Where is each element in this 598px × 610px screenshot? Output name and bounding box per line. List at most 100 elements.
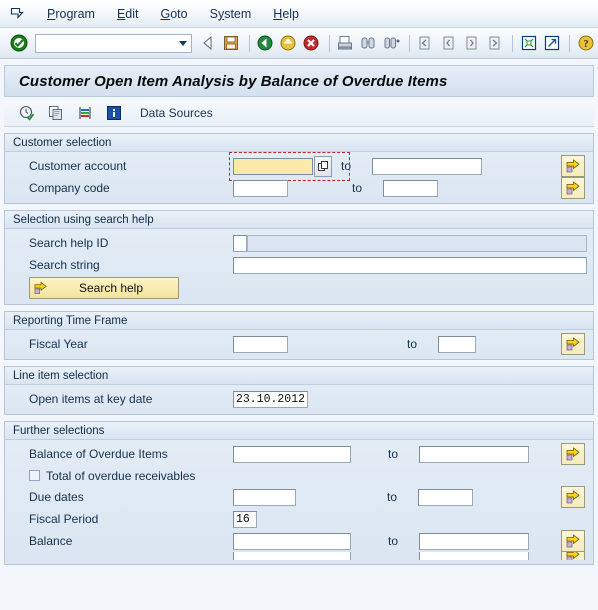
menu-edit[interactable]: Edit (106, 5, 150, 23)
label-balance-of-overdue-items: Balance of Overdue Items (29, 447, 168, 461)
multiple-selection-company-code[interactable] (561, 177, 585, 199)
new-session-icon[interactable] (518, 32, 539, 54)
company-code-to-input[interactable] (383, 179, 438, 197)
fiscal-period-input[interactable] (233, 510, 257, 528)
copy-variant-icon[interactable] (45, 102, 67, 124)
cancel-red-icon[interactable] (301, 32, 322, 54)
group-body: Open items at key date (5, 385, 593, 414)
find-next-icon[interactable] (381, 32, 402, 54)
command-field[interactable] (35, 33, 192, 53)
group-body: Balance of Overdue Items to Total of ove… (5, 440, 593, 564)
group-header: Reporting Time Frame (5, 312, 593, 330)
row-fiscal-year: Fiscal Year to (5, 333, 593, 355)
to-label: to (388, 534, 399, 548)
menu-goto[interactable]: Goto (149, 5, 198, 23)
label-open-items-at-key-date: Open items at key date (29, 392, 153, 406)
back-triangle-icon[interactable] (198, 32, 219, 54)
page-title: Customer Open Item Analysis by Balance o… (19, 72, 448, 90)
group-header: Customer selection (5, 134, 593, 152)
help-icon[interactable]: ? (575, 32, 596, 54)
multiple-selection-balance-overdue[interactable] (561, 443, 585, 465)
next-page-icon[interactable] (461, 32, 482, 54)
row-search-help-id: Search help ID (5, 232, 593, 254)
total-overdue-receivables-label: Total of overdue receivables (46, 468, 196, 483)
exit-yellow-icon[interactable] (278, 32, 299, 54)
clipped-to-input[interactable] (419, 552, 529, 560)
menu-help-label: elp (282, 6, 300, 21)
yellow-arrow-icon (34, 281, 47, 294)
multiple-selection-customer-account[interactable] (561, 155, 585, 177)
save-icon[interactable] (221, 32, 242, 54)
to-label: to (352, 181, 363, 195)
toolbar-separator (569, 34, 571, 52)
row-clipped-next (5, 552, 593, 560)
due-dates-to-input[interactable] (418, 488, 473, 506)
group-body: Customer account to Company code to (5, 151, 593, 203)
company-code-from-input[interactable] (233, 179, 288, 197)
to-label: to (407, 337, 418, 351)
application-toolbar: Data Sources (4, 100, 594, 127)
search-help-id-input[interactable] (233, 234, 247, 252)
find-icon[interactable] (358, 32, 379, 54)
to-label: to (341, 159, 352, 173)
group-line-item-selection: Line item selection Open items at key da… (4, 366, 594, 415)
search-string-input[interactable] (233, 256, 587, 274)
clipped-from-input[interactable] (233, 552, 351, 560)
label-search-help-id: Search help ID (29, 236, 109, 250)
group-customer-selection: Customer selection Customer account to C… (4, 133, 594, 204)
execute-clock-icon[interactable] (16, 102, 38, 124)
layout-bars-icon[interactable] (74, 102, 96, 124)
fiscal-year-from-input[interactable] (233, 335, 288, 353)
balance-to-input[interactable] (419, 532, 529, 550)
balance-from-input[interactable] (233, 532, 351, 550)
search-help-desc-wrap (247, 234, 593, 252)
last-page-icon[interactable] (484, 32, 505, 54)
multiple-selection-clipped[interactable] (561, 552, 585, 560)
search-help-button[interactable]: Search help (29, 277, 179, 299)
open-items-key-date-input[interactable] (233, 390, 308, 408)
search-help-button-label: Search help (78, 281, 144, 295)
print-icon[interactable] (335, 32, 356, 54)
create-shortcut-icon[interactable] (541, 32, 562, 54)
to-label: to (387, 490, 398, 504)
due-dates-from-input[interactable] (233, 488, 296, 506)
multiple-selection-due-dates[interactable] (561, 486, 585, 508)
search-help-description-field (247, 234, 587, 252)
first-page-icon[interactable] (415, 32, 436, 54)
chevron-down-icon[interactable] (178, 40, 187, 46)
toolbar-separator (409, 34, 410, 52)
total-overdue-receivables-checkbox[interactable] (29, 470, 40, 481)
info-blue-icon[interactable] (103, 102, 125, 124)
balance-overdue-to-input[interactable] (419, 445, 529, 463)
row-company-code: Company code to (5, 177, 593, 199)
multiple-selection-fiscal-year[interactable] (561, 333, 585, 355)
menu-program[interactable]: Program (36, 5, 106, 23)
row-open-items-key-date: Open items at key date (5, 388, 593, 410)
row-balance-of-overdue-items: Balance of Overdue Items to (5, 443, 593, 465)
customer-account-to-input[interactable] (372, 157, 482, 175)
command-input[interactable] (36, 35, 182, 51)
data-sources-label[interactable]: Data Sources (140, 106, 213, 120)
search-help-f4-icon[interactable] (314, 155, 332, 177)
menu-system[interactable]: System (199, 5, 263, 23)
menu-program-label: rogram (55, 6, 95, 21)
screen-title-bar: Customer Open Item Analysis by Balance o… (4, 65, 594, 97)
menu-system-label: stem (224, 6, 252, 21)
previous-page-icon[interactable] (438, 32, 459, 54)
fiscal-year-to-input[interactable] (438, 335, 476, 353)
multiple-selection-balance[interactable] (561, 530, 585, 552)
group-body: Fiscal Year to (5, 330, 593, 359)
back-green-icon[interactable] (255, 32, 276, 54)
row-customer-account: Customer account to (5, 151, 593, 181)
label-fiscal-period: Fiscal Period (29, 512, 99, 526)
label-fiscal-year: Fiscal Year (29, 337, 88, 351)
customer-account-from-input[interactable] (233, 157, 313, 175)
menu-help[interactable]: Help (262, 5, 310, 23)
enter-green-check-icon[interactable] (8, 32, 29, 54)
balance-overdue-from-input[interactable] (233, 445, 351, 463)
row-total-overdue-receivables[interactable]: Total of overdue receivables (5, 465, 593, 486)
group-body: Search help ID Search string Search help (5, 229, 593, 304)
system-menu-icon[interactable] (6, 5, 28, 23)
label-company-code: Company code (29, 181, 110, 195)
group-further-selections: Further selections Balance of Overdue It… (4, 421, 594, 565)
